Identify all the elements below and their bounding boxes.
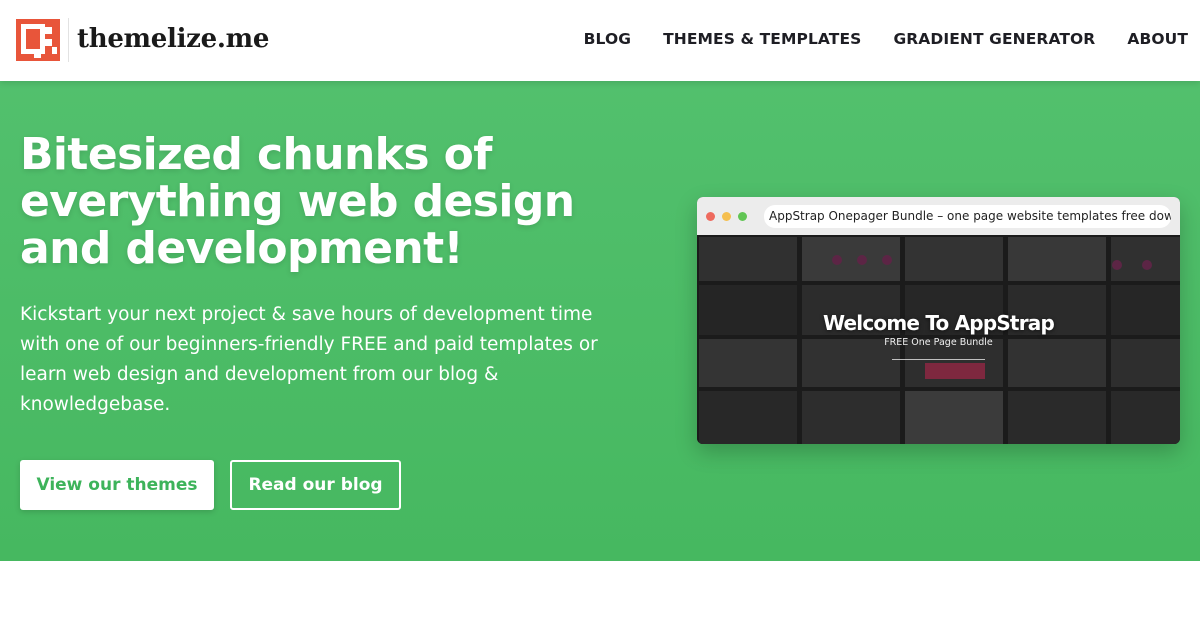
main-nav: BLOG THEMES & TEMPLATES GRADIENT GENERAT… — [552, 30, 1188, 48]
logo-divider — [68, 18, 69, 62]
nav-themes-templates[interactable]: THEMES & TEMPLATES — [663, 30, 861, 48]
browser-toolbar: AppStrap Onepager Bundle – one page webs… — [697, 197, 1180, 235]
preview-divider — [892, 359, 985, 360]
hero-subtext: Kickstart your next project & save hours… — [20, 304, 598, 415]
view-themes-button[interactable]: View our themes — [20, 460, 214, 510]
themelize-logo-icon[interactable] — [16, 19, 60, 61]
read-blog-button[interactable]: Read our blog — [230, 460, 401, 510]
window-close-dot — [706, 212, 715, 221]
nav-about[interactable]: ABOUT — [1127, 30, 1188, 48]
preview-subtitle: FREE One Page Bundle — [884, 337, 993, 348]
browser-preview[interactable]: AppStrap Onepager Bundle – one page webs… — [697, 197, 1180, 444]
browser-url-bar: AppStrap Onepager Bundle – one page webs… — [764, 205, 1171, 228]
site-header: themelize.me BLOG THEMES & TEMPLATES GRA… — [0, 0, 1200, 81]
hero-headline: Bitesized chunks of everything web desig… — [20, 129, 575, 274]
site-brand[interactable]: themelize.me — [77, 24, 269, 54]
window-minimize-dot — [722, 212, 731, 221]
hero-section: Bitesized chunks of everything web desig… — [0, 81, 1200, 561]
window-maximize-dot — [738, 212, 747, 221]
nav-gradient-generator[interactable]: GRADIENT GENERATOR — [893, 30, 1095, 48]
nav-blog[interactable]: BLOG — [584, 30, 631, 48]
preview-screenshot: Welcome To AppStrap FREE One Page Bundle — [697, 235, 1180, 444]
preview-title: Welcome To AppStrap — [823, 311, 1055, 335]
